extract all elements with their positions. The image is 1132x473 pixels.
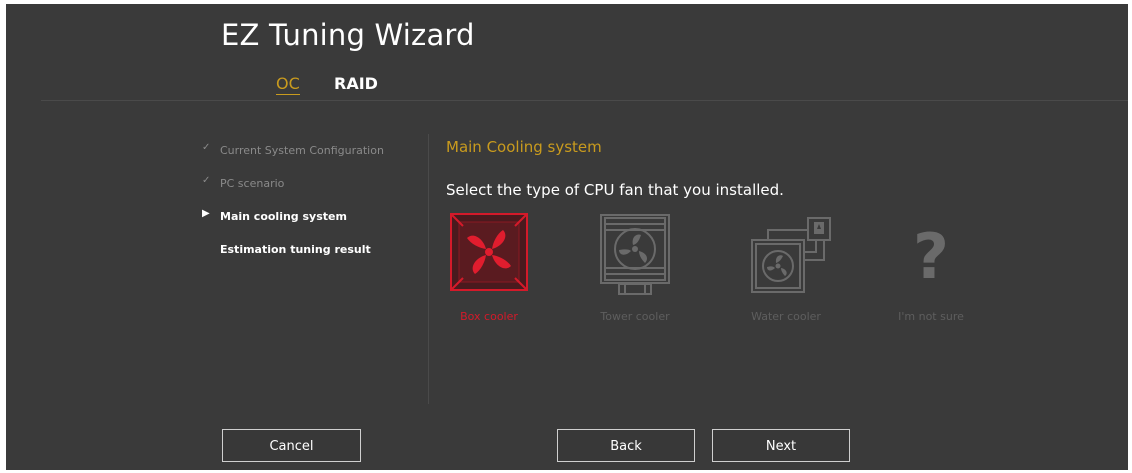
tab-raid[interactable]: RAID <box>334 74 378 93</box>
option-label: I'm not sure <box>898 310 964 323</box>
header-divider <box>41 100 1128 101</box>
question-mark-icon: ? <box>913 220 949 292</box>
wizard-steps: ✓ Current System Configuration ✓ PC scen… <box>202 142 422 274</box>
step-current-system-configuration: ✓ Current System Configuration <box>202 142 422 175</box>
option-water-cooler[interactable]: Water cooler <box>731 212 841 327</box>
next-button[interactable]: Next <box>712 429 850 462</box>
back-button[interactable]: Back <box>557 429 695 462</box>
step-label: Current System Configuration <box>220 144 384 157</box>
panel-divider <box>428 134 429 404</box>
checkmark-icon: ✓ <box>202 142 211 153</box>
step-label: PC scenario <box>220 177 285 190</box>
step-label: Estimation tuning result <box>220 243 371 256</box>
question-text: Select the type of CPU fan that you inst… <box>446 181 784 199</box>
tab-bar: OC RAID <box>6 74 1128 98</box>
option-not-sure[interactable]: ? I'm not sure <box>876 212 986 327</box>
water-cooler-icon <box>751 217 831 293</box>
section-title: Main Cooling system <box>446 138 602 156</box>
tower-cooler-icon <box>600 214 670 295</box>
current-step-arrow-icon: ▶ <box>202 208 210 219</box>
ez-tuning-wizard-window: EZ Tuning Wizard OC RAID ✓ Current Syste… <box>6 4 1128 470</box>
svg-text:?: ? <box>913 220 949 292</box>
step-pc-scenario: ✓ PC scenario <box>202 175 422 208</box>
option-tower-cooler[interactable]: Tower cooler <box>580 212 690 327</box>
option-label: Tower cooler <box>600 310 670 323</box>
box-cooler-icon <box>450 213 528 291</box>
option-label: Box cooler <box>460 310 518 323</box>
wizard-title: EZ Tuning Wizard <box>221 18 475 52</box>
option-label: Water cooler <box>751 310 821 323</box>
tab-oc[interactable]: OC <box>276 74 300 95</box>
step-estimation-tuning-result: Estimation tuning result <box>202 241 422 274</box>
step-main-cooling-system: ▶ Main cooling system <box>202 208 422 241</box>
option-box-cooler[interactable]: Box cooler <box>434 212 544 327</box>
step-label: Main cooling system <box>220 210 347 223</box>
cancel-button[interactable]: Cancel <box>222 429 361 462</box>
checkmark-icon: ✓ <box>202 175 211 186</box>
